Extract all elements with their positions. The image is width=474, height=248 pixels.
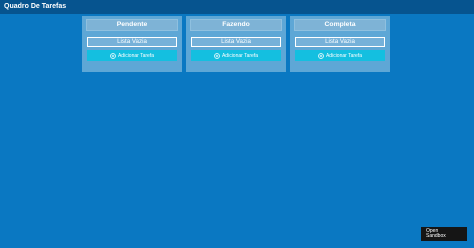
column-pendente: Pendente Lista Vazia Adicionar Tarefa bbox=[82, 16, 182, 72]
empty-list-placeholder: Lista Vazia bbox=[295, 37, 385, 47]
app-title: Quadro De Tarefas bbox=[4, 3, 67, 10]
add-task-label: Adicionar Tarefa bbox=[221, 52, 259, 59]
column-title: Fazendo bbox=[190, 19, 282, 31]
plus-circle-icon bbox=[318, 52, 324, 59]
column-title: Pendente bbox=[86, 19, 178, 31]
add-task-label: Adicionar Tarefa bbox=[325, 52, 363, 59]
task-board: Pendente Lista Vazia Adicionar Tarefa Fa… bbox=[82, 16, 390, 72]
add-task-button[interactable]: Adicionar Tarefa bbox=[191, 50, 281, 61]
empty-list-placeholder: Lista Vazia bbox=[191, 37, 281, 47]
column-title: Completa bbox=[294, 19, 386, 31]
empty-list-placeholder: Lista Vazia bbox=[87, 37, 177, 47]
open-sandbox-label-line2: Sandbox bbox=[426, 233, 446, 239]
column-fazendo: Fazendo Lista Vazia Adicionar Tarefa bbox=[186, 16, 286, 72]
add-task-button[interactable]: Adicionar Tarefa bbox=[87, 50, 177, 61]
column-completa: Completa Lista Vazia Adicionar Tarefa bbox=[290, 16, 390, 72]
add-task-button[interactable]: Adicionar Tarefa bbox=[295, 50, 385, 61]
plus-circle-icon bbox=[214, 52, 220, 59]
open-sandbox-button[interactable]: Open Sandbox bbox=[421, 227, 467, 241]
plus-circle-icon bbox=[110, 52, 116, 59]
navbar: Quadro De Tarefas bbox=[0, 0, 474, 14]
add-task-label: Adicionar Tarefa bbox=[117, 52, 155, 59]
